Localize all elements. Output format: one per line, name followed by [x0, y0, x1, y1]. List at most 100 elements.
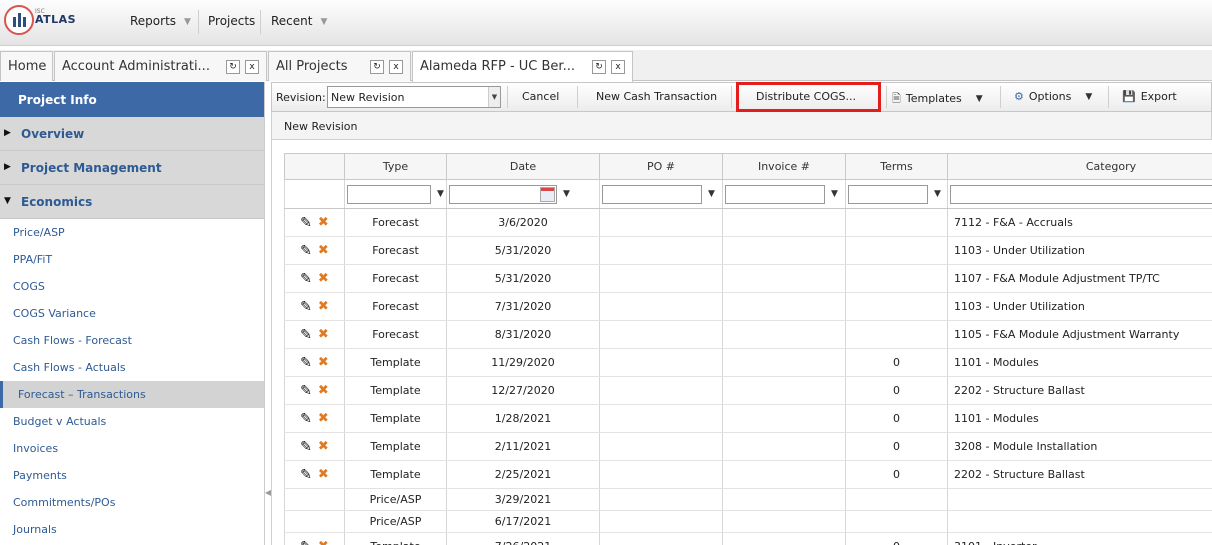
tab-alameda-rfp[interactable]: Alameda RFP - UC Ber... ↻ x	[412, 51, 633, 82]
table-row[interactable]: ✎ ✖ Template 12/27/2020 0 2202 - Structure Ba…	[284, 376, 1212, 405]
recent-menu[interactable]: Recent ▼	[271, 14, 327, 28]
table-row[interactable]: ✎ ✖ Template 2/25/2021 0 2202 - Structure Bal…	[284, 460, 1212, 489]
delete-icon[interactable]: ✖	[318, 539, 329, 545]
sidebar-item-forecast-transactions[interactable]: Forecast – Transactions	[0, 381, 264, 408]
tab-all-projects[interactable]: All Projects ↻ x	[268, 51, 411, 81]
delete-icon[interactable]: ✖	[318, 467, 329, 482]
table-row[interactable]: ✎ ✖ Forecast 5/31/2020 1103 - Under Utilizat…	[284, 236, 1212, 265]
column-header-po[interactable]: PO #	[599, 153, 723, 180]
table-row[interactable]: Price/ASP 3/29/2021	[284, 488, 1212, 511]
filter-icon[interactable]: ▼	[563, 189, 570, 199]
sidebar-item-cash-flows-actuals[interactable]: Cash Flows - Actuals	[0, 354, 264, 381]
refresh-icon[interactable]: ↻	[226, 60, 240, 74]
table-row[interactable]: ✎ ✖ Template 1/28/2021 0 1101 - Modules	[284, 404, 1212, 433]
close-icon[interactable]: x	[245, 60, 259, 74]
revision-select[interactable]: New Revision ▼	[327, 86, 501, 108]
delete-icon[interactable]: ✖	[318, 299, 329, 314]
table-row[interactable]: ✎✖Template7/26/202103101 - Inverter	[284, 532, 1212, 545]
delete-icon[interactable]: ✖	[318, 439, 329, 454]
edit-icon[interactable]: ✎	[300, 355, 312, 371]
edit-icon[interactable]: ✎	[300, 299, 312, 315]
table-row[interactable]: ✎ ✖ Forecast 8/31/2020 1105 - F&A Module Adj…	[284, 320, 1212, 349]
tab-account-administration[interactable]: Account Administrati... ↻ x	[54, 51, 267, 81]
column-header-invoice[interactable]: Invoice #	[722, 153, 846, 180]
cell-terms: 0	[845, 460, 948, 489]
edit-icon[interactable]: ✎	[300, 411, 312, 427]
sidebar-item-ppa-fit[interactable]: PPA/FiT	[0, 246, 264, 273]
sidebar-item-payments[interactable]: Payments	[0, 462, 264, 489]
sidebar-item-cash-flows-forecast[interactable]: Cash Flows - Forecast	[0, 327, 264, 354]
type-filter-input[interactable]	[347, 184, 431, 204]
reports-menu-label: Reports	[130, 14, 177, 28]
new-cash-transaction-button[interactable]: New Cash Transaction	[596, 90, 717, 103]
cell-date: 8/31/2020	[446, 320, 600, 349]
chevron-down-icon[interactable]: ▼	[488, 87, 500, 107]
date-filter-input[interactable]	[449, 184, 557, 204]
delete-icon[interactable]: ✖	[318, 243, 329, 258]
sidebar-item-commitments-pos[interactable]: Commitments/POs	[0, 489, 264, 516]
edit-icon[interactable]: ✎	[300, 539, 312, 545]
table-row[interactable]: ✎ ✖ Forecast 7/31/2020 1103 - Under Utilizat…	[284, 292, 1212, 321]
delete-icon[interactable]: ✖	[318, 411, 329, 426]
filter-icon[interactable]: ▼	[437, 189, 444, 199]
column-header-type[interactable]: Type	[344, 153, 447, 180]
sidebar-section-project-management[interactable]: ▶ Project Management	[0, 151, 264, 185]
reports-menu[interactable]: Reports ▼	[130, 14, 191, 28]
sidebar-section-economics[interactable]: ▼ Economics	[0, 185, 264, 219]
tab-label: Account Administrati...	[62, 59, 210, 74]
cell-terms	[845, 208, 948, 237]
close-icon[interactable]: x	[611, 60, 625, 74]
sidebar-item-budget-v-actuals[interactable]: Budget v Actuals	[0, 408, 264, 435]
projects-menu[interactable]: Projects	[208, 14, 255, 28]
filter-cell-date: ▼	[446, 179, 600, 209]
category-filter-input[interactable]	[950, 184, 1212, 204]
edit-icon[interactable]: ✎	[300, 383, 312, 399]
delete-icon[interactable]: ✖	[318, 383, 329, 398]
filter-icon[interactable]: ▼	[934, 189, 941, 199]
sidebar-item-invoices[interactable]: Invoices	[0, 435, 264, 462]
row-actions: ✎✖	[284, 264, 345, 293]
sidebar-section-overview[interactable]: ▶ Overview	[0, 117, 264, 151]
table-row[interactable]: ✎ ✖ Template 11/29/2020 0 1101 - Modules	[284, 348, 1212, 377]
edit-icon[interactable]: ✎	[300, 439, 312, 455]
table-row[interactable]: ✎ ✖ Forecast 3/6/2020 7112 - F&A - Accruals	[284, 208, 1212, 237]
table-row[interactable]: ✎ ✖ Forecast 5/31/2020 1107 - F&A Module Adj…	[284, 264, 1212, 293]
tab-home[interactable]: Home	[0, 51, 53, 81]
calendar-icon[interactable]	[540, 186, 555, 202]
column-header-category[interactable]: Category	[947, 153, 1212, 180]
edit-icon[interactable]: ✎	[300, 243, 312, 259]
delete-icon[interactable]: ✖	[318, 327, 329, 342]
sidebar-item-journals[interactable]: Journals	[0, 516, 264, 543]
options-button[interactable]: ⚙ Options ▼	[1014, 90, 1092, 103]
sidebar-item-price-asp[interactable]: Price/ASP	[0, 219, 264, 246]
delete-icon[interactable]: ✖	[318, 355, 329, 370]
cancel-button[interactable]: Cancel	[522, 90, 559, 103]
column-header-date[interactable]: Date	[446, 153, 600, 180]
cell-date: 3/29/2021	[446, 488, 600, 511]
cell-po	[599, 460, 723, 489]
delete-icon[interactable]: ✖	[318, 215, 329, 230]
filter-icon[interactable]: ▼	[831, 189, 838, 199]
terms-filter-input[interactable]	[848, 184, 928, 204]
sidebar-item-cogs[interactable]: COGS	[0, 273, 264, 300]
table-row[interactable]: ✎ ✖ Template 2/11/2021 0 3208 - Module Instal…	[284, 432, 1212, 461]
edit-icon[interactable]: ✎	[300, 271, 312, 287]
table-row[interactable]: Price/ASP 6/17/2021	[284, 510, 1212, 533]
sidebar-item-cogs-variance[interactable]: COGS Variance	[0, 300, 264, 327]
templates-button[interactable]: 🗎 Templates ▼	[892, 90, 983, 109]
column-header-terms[interactable]: Terms	[845, 153, 948, 180]
atlas-logo[interactable]	[4, 5, 34, 35]
refresh-icon[interactable]: ↻	[592, 60, 606, 74]
po-filter-input[interactable]	[602, 184, 702, 204]
refresh-icon[interactable]: ↻	[370, 60, 384, 74]
filter-icon[interactable]: ▼	[708, 189, 715, 199]
sidebar-header: Project Info	[0, 82, 264, 117]
edit-icon[interactable]: ✎	[300, 327, 312, 343]
chevron-right-icon: ▶	[4, 162, 11, 172]
delete-icon[interactable]: ✖	[318, 271, 329, 286]
edit-icon[interactable]: ✎	[300, 215, 312, 231]
edit-icon[interactable]: ✎	[300, 467, 312, 483]
close-icon[interactable]: x	[389, 60, 403, 74]
export-button[interactable]: 💾 Export	[1122, 90, 1177, 103]
invoice-filter-input[interactable]	[725, 184, 825, 204]
